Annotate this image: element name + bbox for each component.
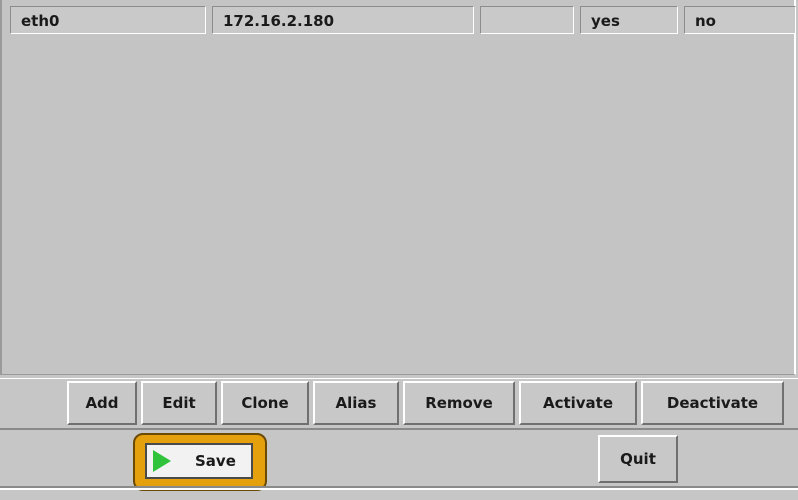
action-button-bar: Add Edit Clone Alias Remove Activate Dea… — [0, 378, 798, 430]
remove-button[interactable]: Remove — [403, 381, 515, 425]
deactivate-button[interactable]: Deactivate — [641, 381, 784, 425]
save-button-highlight: Save — [133, 433, 267, 491]
cell-empty — [480, 6, 574, 34]
play-icon — [153, 450, 171, 472]
clone-button[interactable]: Clone — [221, 381, 309, 425]
save-button[interactable]: Save — [145, 443, 253, 479]
bottom-divider — [0, 486, 798, 490]
alias-button[interactable]: Alias — [313, 381, 399, 425]
cell-active: no — [684, 6, 796, 34]
cell-device: eth0 — [10, 6, 206, 34]
cell-onboot: yes — [580, 6, 678, 34]
save-label: Save — [195, 452, 236, 470]
add-button[interactable]: Add — [67, 381, 137, 425]
cell-ip-address: 172.16.2.180 — [212, 6, 474, 34]
table-row[interactable]: eth0 172.16.2.180 yes no — [10, 6, 796, 36]
edit-button[interactable]: Edit — [141, 381, 217, 425]
interface-list[interactable]: eth0 172.16.2.180 yes no — [0, 0, 796, 375]
activate-button[interactable]: Activate — [519, 381, 637, 425]
quit-button[interactable]: Quit — [598, 435, 678, 483]
